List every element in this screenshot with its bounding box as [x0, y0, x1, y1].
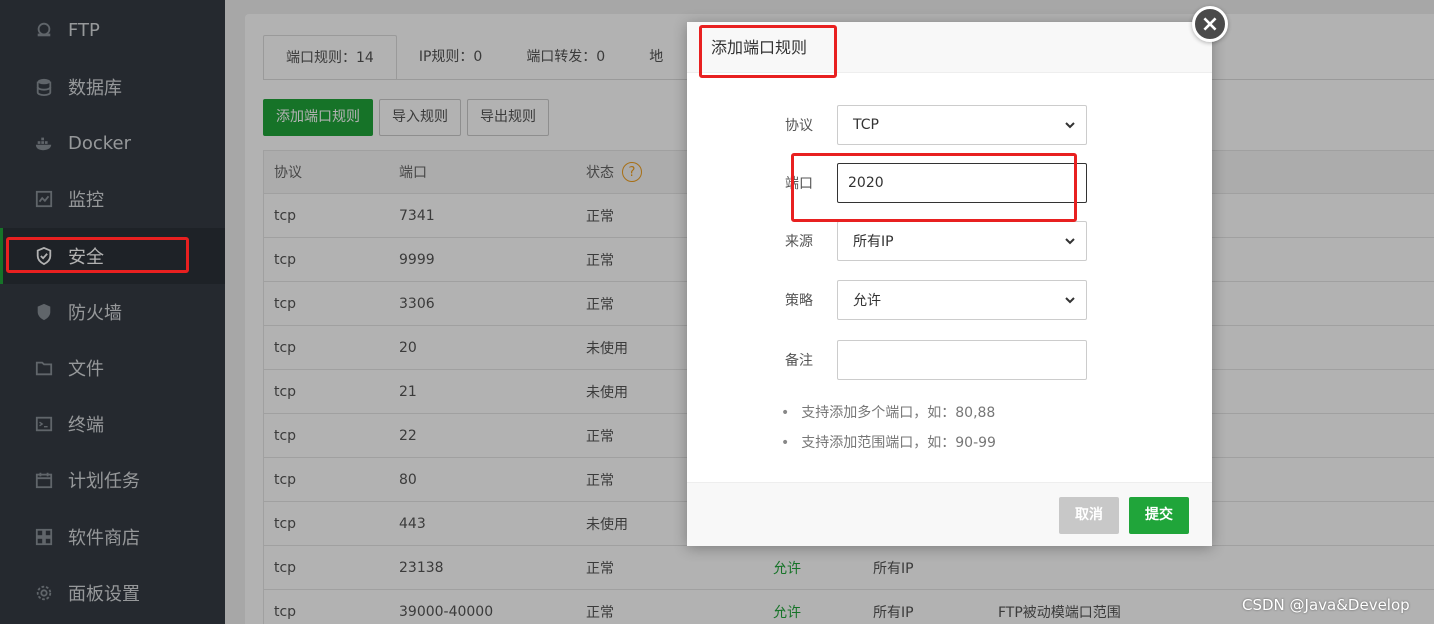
policy-select[interactable]: 允许 — [837, 280, 1087, 320]
dialog-footer: 取消 提交 — [687, 482, 1212, 546]
chevron-down-icon — [1065, 122, 1075, 129]
policy-label: 策略 — [785, 293, 813, 309]
chevron-down-icon — [1065, 297, 1075, 304]
hint-item: 支持添加多个端口，如：80,88 — [781, 403, 996, 433]
policy-row: 策略 允许 — [687, 280, 1212, 320]
add-port-rule-dialog: 添加端口规则 协议 TCP 端口 2020 来源 所有IP 策略 允许 备注 支… — [687, 22, 1212, 546]
watermark: CSDN @Java&Develop — [1242, 596, 1410, 614]
note-input[interactable] — [837, 340, 1087, 380]
hint-list: 支持添加多个端口，如：80,88 支持添加范围端口，如：90-99 — [781, 403, 996, 463]
policy-value: 允许 — [853, 293, 881, 309]
close-icon[interactable]: × — [1192, 6, 1228, 42]
hint-item: 支持添加范围端口，如：90-99 — [781, 433, 996, 463]
source-value: 所有IP — [853, 234, 894, 250]
source-row: 来源 所有IP — [687, 221, 1212, 261]
source-select[interactable]: 所有IP — [837, 221, 1087, 261]
note-label: 备注 — [785, 353, 813, 369]
annotation-highlight-security — [6, 237, 189, 273]
cancel-button[interactable]: 取消 — [1059, 497, 1119, 534]
protocol-value: TCP — [853, 117, 879, 133]
annotation-highlight-title — [699, 25, 837, 78]
chevron-down-icon — [1065, 238, 1075, 245]
submit-button[interactable]: 提交 — [1129, 497, 1189, 534]
annotation-highlight-port — [791, 153, 1077, 222]
protocol-select[interactable]: TCP — [837, 105, 1087, 145]
source-label: 来源 — [785, 234, 813, 250]
note-row: 备注 — [687, 340, 1212, 380]
protocol-label: 协议 — [785, 118, 813, 134]
protocol-row: 协议 TCP — [687, 105, 1212, 145]
